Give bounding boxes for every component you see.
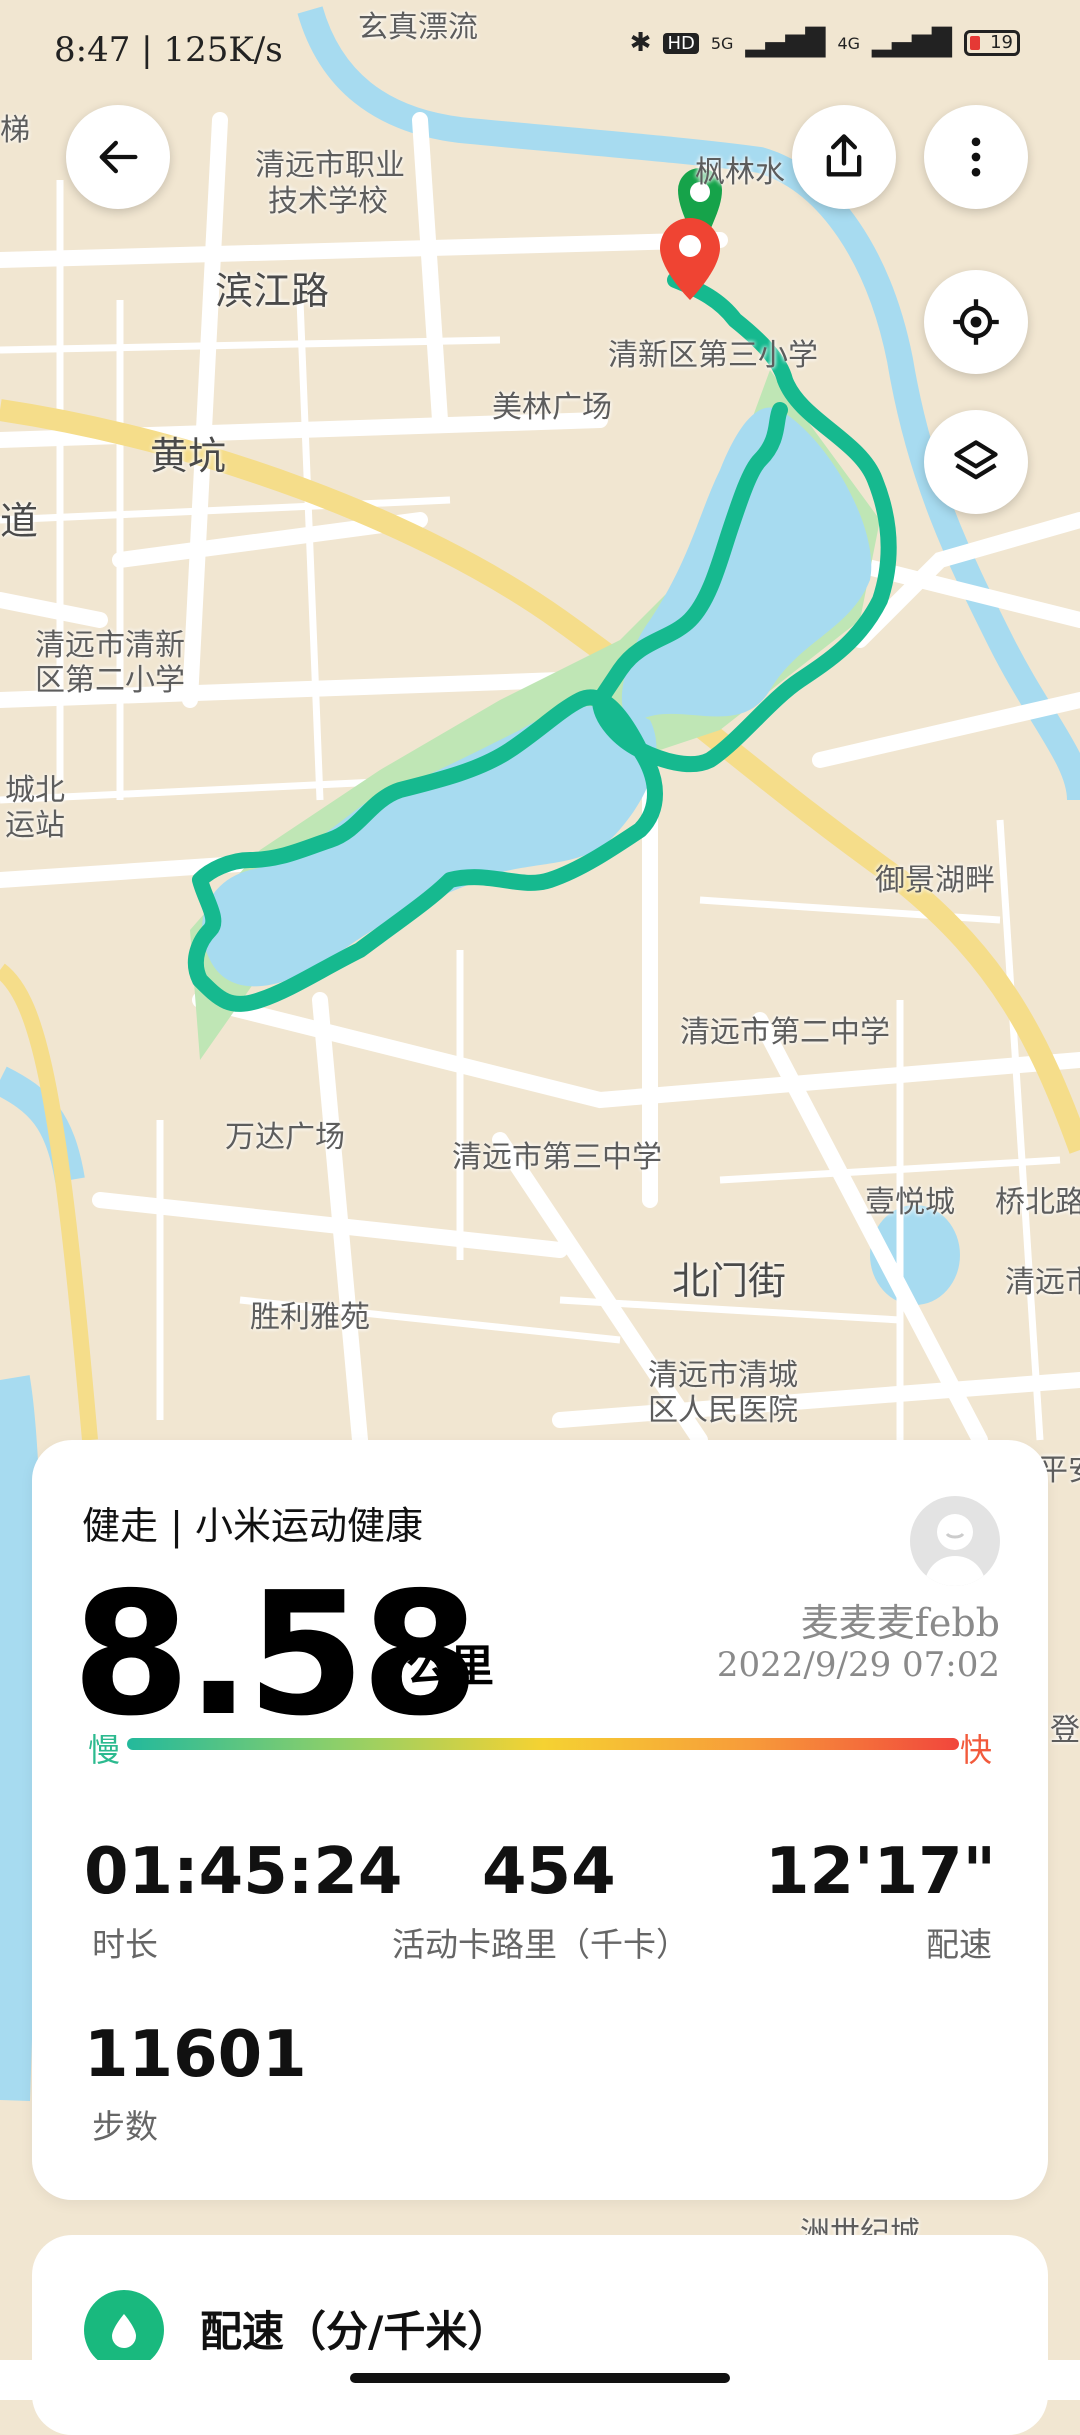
layers-icon: [954, 440, 998, 480]
map-label: 壹悦城: [865, 1185, 955, 1220]
bluetooth-icon: ✱: [629, 28, 652, 58]
pace-section-title: 配速（分/千米）: [200, 2307, 510, 2356]
more-button[interactable]: [924, 105, 1028, 209]
workout-summary-card: 健走 | 小米运动健康 8.58 公里 麦麦麦febb 2022/9/29 07…: [32, 1440, 1048, 2200]
map-label: 区人民医院: [648, 1393, 798, 1428]
map-label: 技术学校: [268, 184, 388, 219]
map-label: 北门街: [672, 1259, 787, 1303]
status-bar: 8:47 | 125K/s ✱ HD 5G ▂▄▆█ 4G ▂▄▆█ 19: [0, 0, 1080, 100]
map-label: 万达广场: [225, 1120, 345, 1155]
drop-icon: [112, 2314, 136, 2348]
locate-icon: [953, 299, 999, 345]
clock-time: 8:47: [54, 30, 131, 70]
share-icon: [826, 134, 862, 177]
calories-value: 454: [482, 1835, 616, 1909]
map-label: 区第二小学: [35, 663, 185, 698]
battery-level: 19: [990, 32, 1013, 53]
signal-icon: ▂▄▆█: [745, 28, 826, 58]
steps-value: 11601: [84, 2018, 307, 2092]
map-label: 胜利雅苑: [250, 1300, 370, 1335]
distance-unit: 公里: [406, 1641, 494, 1692]
pace-value: 12'17": [764, 1835, 996, 1909]
status-icons: ✱ HD 5G ▂▄▆█ 4G ▂▄▆█ 19: [630, 28, 1020, 58]
avatar[interactable]: [910, 1496, 1000, 1586]
layers-button[interactable]: [924, 410, 1028, 514]
home-indicator[interactable]: [350, 2373, 730, 2383]
signal-5g-label: 5G: [710, 33, 734, 53]
map-label: 滨江路: [215, 269, 330, 313]
back-button[interactable]: [66, 105, 170, 209]
map-label: 枫林水: [695, 155, 785, 190]
speed-slow-label: 慢: [88, 1731, 121, 1769]
map-label: 桥北路: [995, 1185, 1080, 1220]
pace-label: 配速: [926, 1925, 992, 1964]
workout-datetime: 2022/9/29 07:02: [716, 1645, 1000, 1685]
locate-button[interactable]: [924, 270, 1028, 374]
duration-value: 01:45:24: [84, 1835, 403, 1909]
speed-gradient-bar: [127, 1738, 959, 1750]
map-label: 道: [0, 499, 39, 543]
duration-label: 时长: [92, 1925, 158, 1964]
status-time: 8:47 | 125K/s: [54, 30, 283, 70]
speed-fast-label: 快: [959, 1731, 992, 1769]
calories-label: 活动卡路里（千卡）: [392, 1925, 689, 1964]
map-label: 清新区第三小学: [608, 338, 818, 373]
more-vertical-icon: [971, 137, 981, 177]
back-arrow-icon: [99, 140, 138, 174]
map-label: 美林广场: [492, 390, 612, 425]
map-label: 登: [1050, 1713, 1080, 1748]
map-label: 清远市第三中学: [452, 1140, 662, 1175]
map-label: 黄坑: [150, 434, 227, 478]
user-avatar-icon: [924, 1514, 986, 1586]
steps-label: 步数: [92, 2107, 158, 2146]
map-label: 清远市: [1005, 1265, 1080, 1300]
map-label: 御景湖畔: [875, 863, 995, 898]
pace-section[interactable]: 配速（分/千米）: [32, 2235, 1048, 2435]
username: 麦麦麦febb: [800, 1601, 1000, 1645]
battery-icon: 19: [964, 30, 1020, 56]
pace-icon: [84, 2290, 164, 2370]
signal-4g-label: 4G: [837, 33, 861, 53]
map-label: 运站: [5, 808, 65, 843]
network-speed: 125K/s: [163, 30, 283, 70]
hd-badge: HD: [663, 32, 699, 54]
map-label: 梯: [0, 113, 30, 148]
signal-icon: ▂▄▆█: [872, 28, 952, 58]
workout-title: 健走 | 小米运动健康: [82, 1504, 423, 1548]
map-label: 清远市第二中学: [680, 1015, 890, 1050]
share-button[interactable]: [792, 105, 896, 209]
